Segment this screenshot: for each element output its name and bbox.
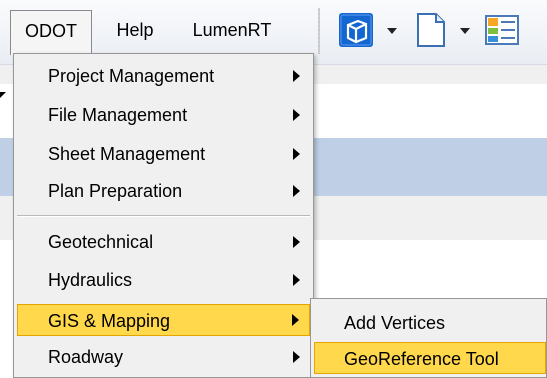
submenu-arrow-icon	[293, 148, 300, 160]
document-icon	[417, 13, 445, 47]
cube-view-dropdown-icon[interactable]	[387, 28, 397, 34]
background-mark	[0, 92, 6, 98]
gis-mapping-submenu: Add Vertices GeoReference Tool	[310, 298, 547, 378]
new-document-dropdown-icon[interactable]	[460, 28, 470, 34]
menu-odot-label: ODOT	[25, 21, 77, 41]
menu-item-project-management[interactable]: Project Management	[17, 60, 310, 92]
menu-separator	[17, 215, 310, 217]
submenu-arrow-icon	[293, 109, 300, 121]
menu-help[interactable]: Help	[106, 10, 164, 50]
submenu-arrow-icon	[293, 274, 300, 286]
submenu-arrow-icon	[293, 185, 300, 197]
grid-chart-button[interactable]	[482, 10, 522, 50]
submenu-item-label: GeoReference Tool	[344, 349, 499, 369]
menu-item-hydraulics[interactable]: Hydraulics	[17, 264, 310, 296]
menu-item-gis-mapping[interactable]: GIS & Mapping	[17, 304, 310, 336]
submenu-item-georeference-tool[interactable]: GeoReference Tool	[314, 342, 546, 374]
menu-item-geotechnical[interactable]: Geotechnical	[17, 226, 310, 258]
menu-item-label: Sheet Management	[48, 144, 206, 164]
submenu-arrow-icon	[293, 70, 300, 82]
menu-lumenrt[interactable]: LumenRT	[180, 10, 284, 50]
odot-dropdown-menu: Project Management File Management Sheet…	[13, 53, 314, 378]
new-document-button[interactable]	[410, 10, 450, 50]
menu-help-label: Help	[116, 20, 154, 40]
submenu-arrow-icon	[293, 351, 300, 363]
menu-item-label: Hydraulics	[48, 270, 133, 290]
submenu-arrow-icon	[292, 314, 299, 326]
menu-item-label: Project Management	[48, 66, 215, 86]
grid-chart-icon	[485, 15, 519, 45]
submenu-arrow-icon	[293, 236, 300, 248]
toolbar-grip[interactable]	[318, 8, 320, 54]
menu-item-roadway[interactable]: Roadway	[17, 341, 310, 373]
submenu-item-add-vertices[interactable]: Add Vertices	[314, 307, 546, 339]
menu-item-label: GIS & Mapping	[48, 311, 171, 331]
menu-item-label: Roadway	[48, 347, 124, 367]
menu-item-file-management[interactable]: File Management	[17, 99, 310, 131]
cube-view-icon	[339, 13, 373, 47]
cube-view-button[interactable]	[336, 10, 376, 50]
menu-item-label: Geotechnical	[48, 232, 154, 252]
menu-item-label: File Management	[48, 105, 188, 125]
menu-odot[interactable]: ODOT	[10, 10, 92, 55]
menu-item-sheet-management[interactable]: Sheet Management	[17, 138, 310, 170]
menu-item-plan-preparation[interactable]: Plan Preparation	[17, 175, 310, 207]
menu-item-label: Plan Preparation	[48, 181, 183, 201]
submenu-item-label: Add Vertices	[344, 313, 446, 333]
menu-lumenrt-label: LumenRT	[192, 20, 272, 40]
